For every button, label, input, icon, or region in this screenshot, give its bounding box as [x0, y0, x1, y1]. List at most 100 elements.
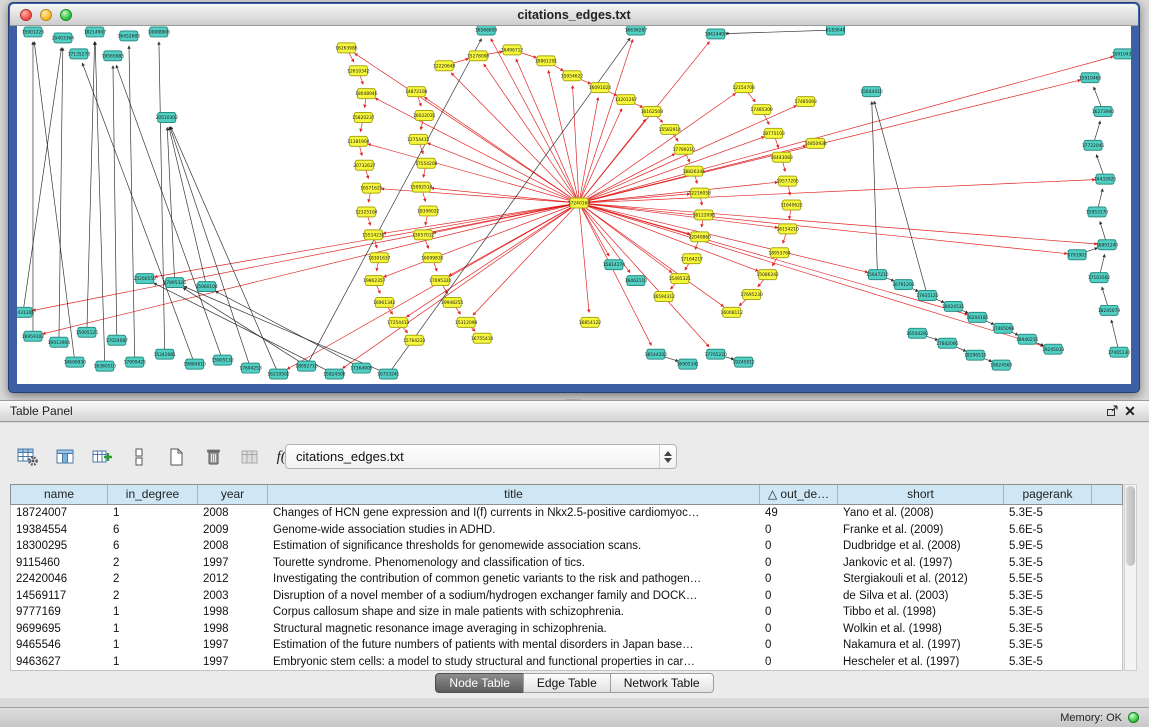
graph-node[interactable]: 15824508 — [323, 369, 346, 379]
graph-node[interactable]: 15647210 — [866, 270, 889, 280]
table-row[interactable]: 1830029562008Estimation of significance … — [11, 538, 1122, 555]
graph-node[interactable]: 15820237 — [352, 113, 375, 123]
graph-node[interactable]: 18940216 — [1016, 334, 1039, 344]
graph-node[interactable]: 16571625 — [360, 183, 383, 193]
table-row[interactable]: 946362711997Embryonic stem cells: a mode… — [11, 654, 1122, 671]
graph-node[interactable]: 19861201 — [535, 56, 558, 66]
create-column-button[interactable] — [88, 444, 116, 470]
graph-node[interactable]: 18775103 — [762, 128, 785, 138]
graph-node[interactable]: 17103562 — [1088, 273, 1111, 283]
graph-node[interactable]: 17485093 — [794, 97, 817, 107]
graph-node[interactable]: 17842095 — [936, 338, 959, 348]
minimize-window-button[interactable] — [40, 9, 52, 21]
graph-node[interactable]: 18544202 — [645, 349, 668, 359]
column-header-year[interactable]: year — [198, 485, 268, 504]
table-row[interactable]: 2242004622012Investigating the contribut… — [11, 571, 1122, 588]
graph-node[interactable]: 17240164 — [568, 198, 591, 208]
column-header-name[interactable]: name — [11, 485, 108, 504]
graph-node[interactable]: 16891240 — [1096, 240, 1119, 250]
graph-node[interactable]: 15644410 — [860, 87, 883, 97]
graph-node[interactable]: 19024560 — [990, 360, 1013, 370]
graph-node[interactable]: 17164217 — [681, 254, 704, 264]
graph-node[interactable]: 16753241 — [377, 369, 400, 379]
close-panel-button[interactable]: ✕ — [1121, 403, 1139, 419]
graph-node[interactable]: 8183048 — [826, 26, 846, 35]
column-header-out_degree[interactable]: △ out_de… — [760, 485, 838, 504]
graph-node[interactable]: 25260550 — [134, 274, 157, 284]
tab-edge-table[interactable]: Edge Table — [523, 673, 611, 693]
graph-node[interactable]: 19948255 — [441, 297, 464, 307]
graph-node[interactable]: 16273940 — [1092, 107, 1115, 117]
graph-node[interactable]: 16504281 — [906, 328, 929, 338]
scrollbar-thumb[interactable] — [1126, 486, 1135, 566]
graph-node[interactable]: 18245079 — [1098, 305, 1121, 315]
graph-node[interactable]: 13057012 — [412, 230, 435, 240]
table-row[interactable]: 969969511998Structural magnetic resonanc… — [11, 621, 1122, 638]
graph-node[interactable]: 16905341 — [677, 359, 700, 369]
graph-node[interactable]: 11431305 — [17, 307, 34, 317]
graph-node[interactable]: 16791203 — [892, 280, 915, 290]
graph-node[interactable]: 17465098 — [992, 323, 1015, 333]
graph-node[interactable]: 12220648 — [433, 61, 456, 71]
graph-node[interactable]: 18048946 — [355, 89, 378, 99]
graph-node[interactable]: 13201267 — [615, 95, 638, 105]
graph-node[interactable]: 17024087 — [106, 335, 129, 345]
graph-node[interactable]: 14606930 — [64, 357, 87, 367]
graph-node[interactable]: 11640622 — [780, 200, 803, 210]
graph-node[interactable]: 17465130 — [1108, 347, 1131, 357]
graph-node[interactable]: 15814274 — [603, 260, 626, 270]
graph-node[interactable]: 15495321 — [669, 274, 692, 284]
graph-node[interactable]: 12325104 — [355, 207, 378, 217]
graph-node[interactable]: 15910468 — [1079, 73, 1102, 83]
graph-node[interactable]: 19577205 — [776, 176, 799, 186]
graph-node[interactable]: 17765220 — [705, 349, 728, 359]
graph-node[interactable]: 14988806 — [148, 27, 171, 37]
table-row[interactable]: 946554611997Estimation of the future num… — [11, 637, 1122, 654]
float-panel-button[interactable] — [1103, 403, 1121, 419]
graph-node[interactable]: 18214907 — [84, 27, 107, 37]
graph-node[interactable]: 14850938 — [804, 138, 827, 148]
graph-node[interactable]: 14433925 — [1094, 174, 1117, 184]
zoom-window-button[interactable] — [60, 9, 72, 21]
table-row[interactable]: 1938455462009Genome-wide association stu… — [11, 522, 1122, 539]
graph-node[interactable]: 17722045 — [1082, 140, 1105, 150]
tab-node-table[interactable]: Node Table — [435, 673, 524, 693]
graph-node[interactable]: 15092514 — [410, 182, 433, 192]
graph-node[interactable]: 16452683 — [118, 31, 141, 41]
graph-node[interactable]: 16091024 — [589, 83, 612, 93]
graph-node[interactable]: 17135278 — [68, 49, 91, 59]
graph-node[interactable]: 15954622 — [561, 71, 584, 81]
graph-node[interactable]: 16008112 — [721, 307, 744, 317]
graph-node[interactable]: 18953764 — [768, 248, 791, 258]
graph-node[interactable]: 16022035 — [413, 111, 436, 121]
graph-node[interactable]: 19245033 — [1042, 344, 1065, 354]
graph-node[interactable]: 16380510 — [94, 361, 117, 371]
graph-node[interactable]: 17095320 — [429, 276, 452, 286]
graph-node[interactable]: 16961342 — [373, 297, 396, 307]
graph-node[interactable]: 12216058 — [689, 188, 712, 198]
graph-node[interactable]: 11381904 — [347, 136, 370, 146]
table-row[interactable]: 1872400712008Changes of HCN gene express… — [11, 505, 1122, 522]
graph-node[interactable]: 16204185 — [966, 312, 989, 322]
graph-node[interactable]: 15342081 — [154, 349, 177, 359]
graph-node[interactable]: 16154210 — [776, 224, 799, 234]
table-row[interactable]: 1456911722003Disruption of a novel membe… — [11, 588, 1122, 605]
graph-node[interactable]: 17254413 — [387, 317, 410, 327]
graph-node[interactable]: 16099830 — [421, 253, 444, 263]
graph-node[interactable]: 12754411 — [407, 134, 430, 144]
graph-node[interactable]: 17364905 — [350, 363, 373, 373]
graph-node[interactable]: 22040860 — [689, 232, 712, 242]
close-window-button[interactable] — [20, 9, 32, 21]
graph-node[interactable]: 6791903 — [1067, 250, 1087, 260]
new-table-button[interactable] — [162, 444, 190, 470]
graph-node[interactable]: 16443083 — [770, 152, 793, 162]
graph-node[interactable]: 16566899 — [475, 26, 498, 35]
delete-table-button[interactable] — [199, 444, 227, 470]
network-canvas-svg[interactable]: 1724016416263986126103421804894615820237… — [17, 26, 1131, 384]
graph-node[interactable]: 17935120 — [916, 291, 939, 301]
graph-node[interactable]: 15910432 — [1112, 49, 1131, 59]
graph-node[interactable]: 16496712 — [501, 45, 524, 55]
graph-node[interactable]: 12610342 — [347, 66, 370, 76]
graph-node[interactable]: 12154708 — [733, 83, 756, 93]
graph-node[interactable]: 17789210 — [673, 144, 696, 154]
